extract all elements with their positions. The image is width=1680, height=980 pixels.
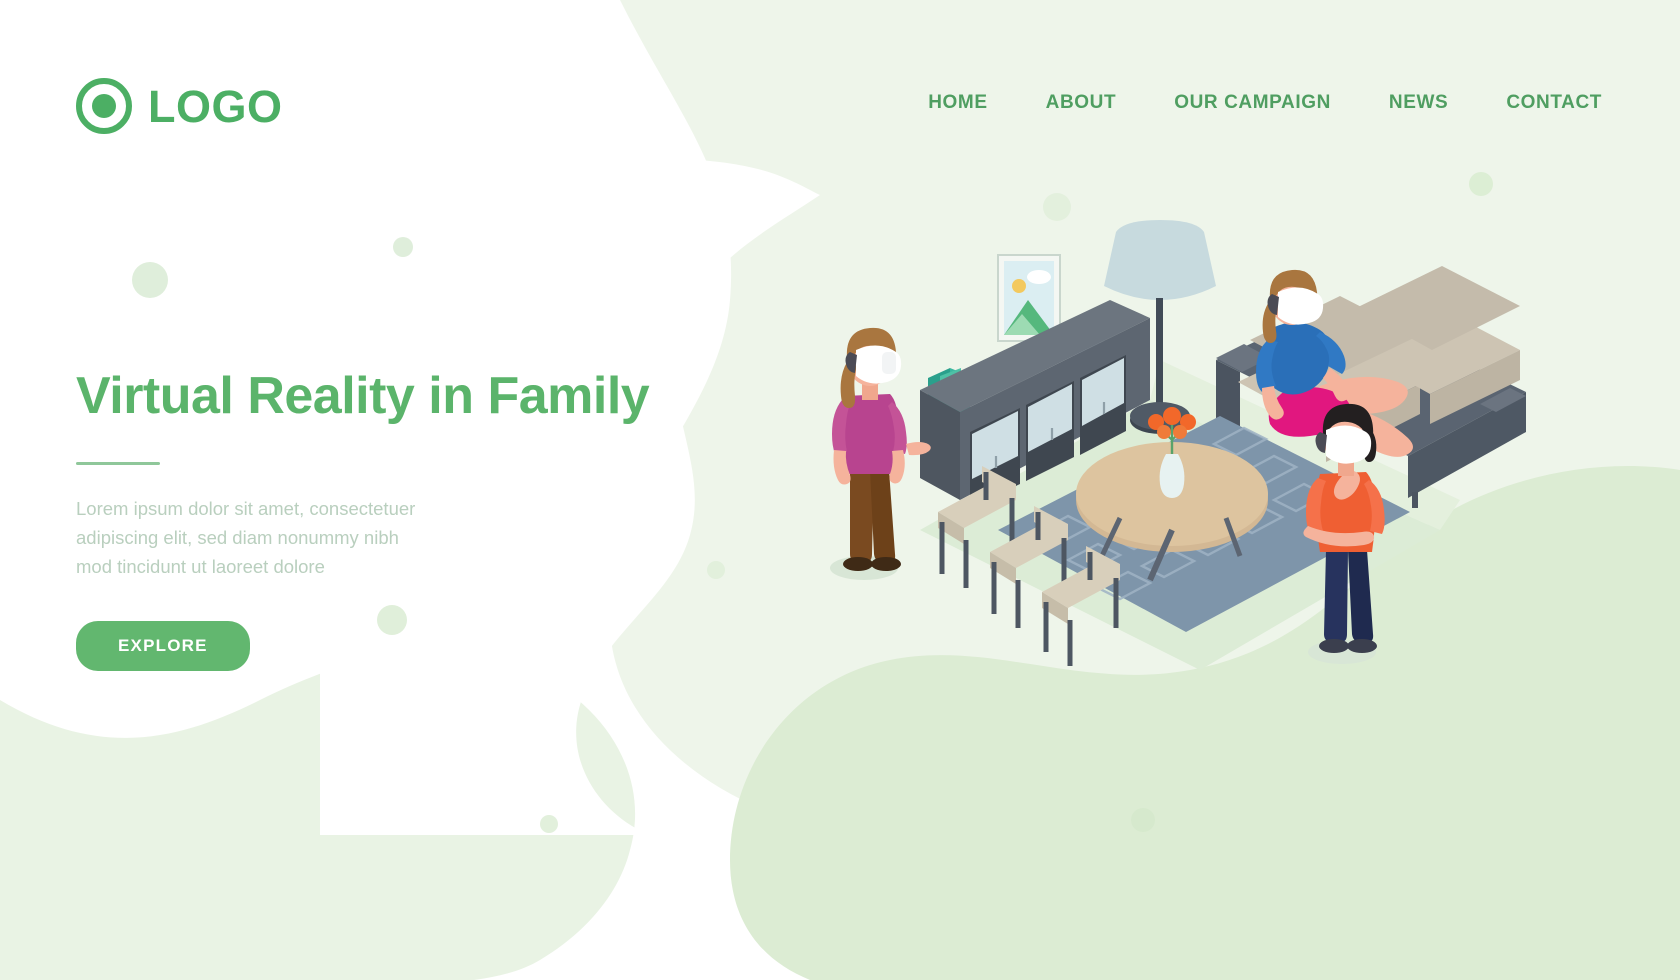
nav-item-contact[interactable]: CONTACT	[1506, 92, 1602, 114]
landing-page-root: LOGO HOME ABOUT OUR CAMPAIGN NEWS CONTAC…	[0, 0, 1680, 980]
primary-navigation: HOME ABOUT OUR CAMPAIGN NEWS CONTACT	[928, 92, 1602, 114]
nav-item-news[interactable]: NEWS	[1389, 92, 1448, 114]
nav-item-about[interactable]: ABOUT	[1046, 92, 1117, 114]
standing-woman-left	[830, 327, 931, 580]
isometric-living-room-svg	[830, 220, 1526, 670]
explore-button[interactable]: EXPLORE	[76, 621, 250, 672]
hero-paragraph: Lorem ipsum dolor sit amet, consectetuer…	[76, 498, 416, 577]
brand-logo[interactable]: LOGO	[76, 78, 283, 134]
page-title: Virtual Reality in Family	[76, 367, 650, 425]
nav-item-our-campaign[interactable]: OUR CAMPAIGN	[1174, 92, 1331, 114]
site-header: LOGO HOME ABOUT OUR CAMPAIGN NEWS CONTAC…	[0, 0, 1680, 200]
circle-dot-logo-icon	[76, 78, 132, 134]
hero-illustration	[820, 200, 1560, 760]
hero-section: Virtual Reality in Family Lorem ipsum do…	[76, 367, 696, 672]
title-divider	[76, 462, 160, 466]
logo-text: LOGO	[148, 80, 283, 132]
nav-item-home[interactable]: HOME	[928, 92, 987, 114]
